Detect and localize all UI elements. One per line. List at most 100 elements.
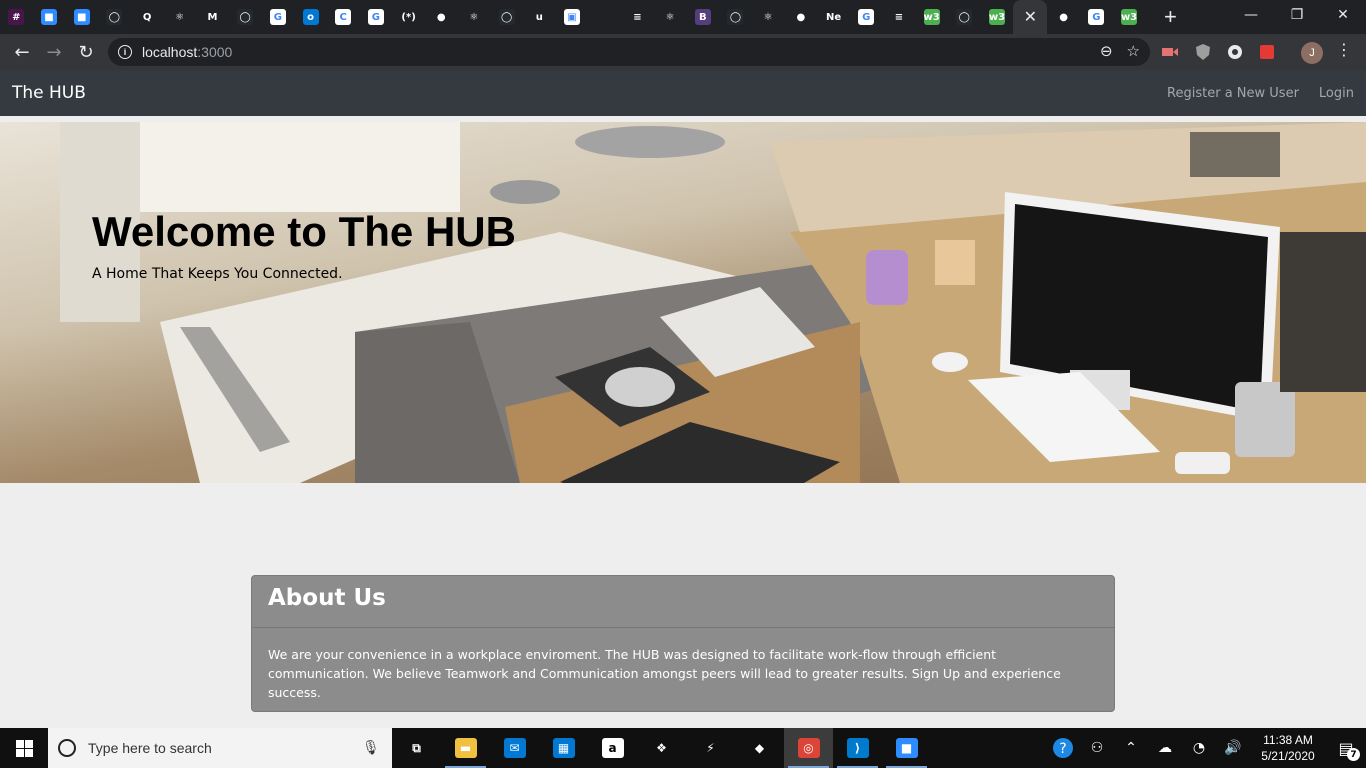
zoom-icon[interactable]: ⊖ [1100, 42, 1113, 60]
taskbar-app-file-explorer[interactable]: ▬ [441, 728, 490, 768]
new-tab-button[interactable]: + [1153, 0, 1187, 34]
extension-circle-icon[interactable] [1225, 42, 1245, 62]
browser-tabstrip: # ■ ■ ◯ Q ⚛ M ◯ Go C G (*) ● ⚛ ◯ u ▣ ≡ ⚛ B ◯ ⚛ ● Ne G ≡ w3 ◯ w3 ✕ ● G… [0, 0, 1366, 34]
clock-time: 11:38 AM [1263, 733, 1313, 747]
url-host: localhost [142, 44, 198, 60]
tab-0[interactable]: # [0, 0, 33, 34]
outlook-icon: o [302, 9, 319, 25]
minimize-button[interactable]: — [1228, 0, 1274, 30]
tab-20[interactable]: ⚛ [654, 0, 687, 34]
taskbar-search[interactable]: Type here to search 🎙 [48, 728, 392, 768]
back-button[interactable]: ← [6, 36, 38, 68]
tab-30[interactable]: w3 [981, 0, 1014, 34]
taskbar-app-task-view[interactable]: ⧉ [392, 728, 441, 768]
tab-28[interactable]: w3 [915, 0, 948, 34]
reload-button[interactable]: ↻ [70, 36, 102, 68]
tab-7[interactable]: ◯ [229, 0, 262, 34]
hero-subtitle: A Home That Keeps You Connected. [92, 266, 343, 282]
slack-icon: # [8, 9, 25, 25]
tab-16[interactable]: u [523, 0, 556, 34]
close-window-button[interactable]: ✕ [1320, 0, 1366, 30]
tab-17[interactable]: ▣ [556, 0, 589, 34]
taskbar-app-zoom[interactable]: ■ [882, 728, 931, 768]
tab-9[interactable]: o [294, 0, 327, 34]
taskbar-app-store[interactable]: ▦ [539, 728, 588, 768]
tab-after-1[interactable]: G [1080, 0, 1113, 34]
address-bar[interactable]: i localhost :3000 ⊖ ☆ [108, 38, 1150, 66]
taskbar-app-azure-data-studio[interactable]: ⚡ [686, 728, 735, 768]
tab-22[interactable]: ◯ [719, 0, 752, 34]
stackoverflow-icon: ≡ [629, 9, 646, 25]
bookmark-star-icon[interactable]: ☆ [1127, 42, 1140, 60]
tab-19[interactable]: ≡ [621, 0, 654, 34]
help-icon[interactable]: ? [1046, 728, 1080, 768]
taskbar-app-gitkraken[interactable]: ◆ [735, 728, 784, 768]
tab-10[interactable]: C [327, 0, 360, 34]
tab-24[interactable]: ● [785, 0, 818, 34]
brand-link[interactable]: The HUB [12, 83, 86, 103]
task-view-icon: ⧉ [405, 738, 428, 758]
tab-26[interactable]: G [850, 0, 883, 34]
profile-avatar[interactable]: J [1301, 42, 1323, 64]
globe-icon: ● [792, 9, 809, 25]
tab-1[interactable]: ■ [33, 0, 66, 34]
github-icon: ◯ [106, 9, 123, 25]
tab-15[interactable]: ◯ [490, 0, 523, 34]
restore-button[interactable]: ❐ [1274, 0, 1320, 30]
tab-2[interactable]: ■ [65, 0, 98, 34]
extension-red-icon[interactable] [1257, 42, 1277, 62]
dropbox-icon: ❖ [650, 738, 673, 758]
start-button[interactable] [0, 728, 48, 768]
tab-13[interactable]: ● [425, 0, 458, 34]
action-center-icon[interactable]: ▤ 7 [1326, 728, 1366, 768]
tab-11[interactable]: G [360, 0, 393, 34]
login-link[interactable]: Login [1319, 86, 1354, 101]
ublock-icon[interactable] [1193, 42, 1213, 62]
taskbar-app-mail[interactable]: ✉ [490, 728, 539, 768]
onedrive-error-icon[interactable]: ☁ [1148, 728, 1182, 768]
tab-23[interactable]: ⚛ [752, 0, 785, 34]
about-heading: About Us [268, 585, 386, 611]
taskbar-app-dropbox[interactable]: ❖ [637, 728, 686, 768]
volume-icon[interactable]: 🔊 [1216, 728, 1250, 768]
tab-6[interactable]: M [196, 0, 229, 34]
regex-icon: (*) [400, 9, 417, 25]
doc-icon: C [335, 9, 352, 25]
browser-menu-icon[interactable]: ⋮ [1336, 40, 1352, 59]
tab-14[interactable]: ⚛ [458, 0, 491, 34]
tab-25[interactable]: Ne [817, 0, 850, 34]
wifi-icon[interactable]: ◔ [1182, 728, 1216, 768]
zoom-icon: ■ [895, 738, 918, 758]
microphone-icon[interactable]: 🎙 [362, 740, 392, 756]
react-icon: ⚛ [465, 9, 482, 25]
system-tray: ? ⚇ ⌃ ☁ ◔ 🔊 11:38 AM 5/21/2020 ▤ 7 [1046, 728, 1366, 768]
clock[interactable]: 11:38 AM 5/21/2020 [1250, 732, 1326, 764]
tab-12[interactable]: (*) [392, 0, 425, 34]
show-hidden-icons-chevron-icon[interactable]: ⌃ [1114, 728, 1148, 768]
blank-icon [596, 9, 613, 25]
tab-active[interactable]: ✕ [1013, 0, 1048, 34]
tab-27[interactable]: ≡ [883, 0, 916, 34]
tab-8[interactable]: G [262, 0, 295, 34]
people-icon[interactable]: ⚇ [1080, 728, 1114, 768]
register-link[interactable]: Register a New User [1167, 86, 1299, 101]
forward-button[interactable]: → [38, 36, 70, 68]
tab-3[interactable]: ◯ [98, 0, 131, 34]
taskbar-app-chrome[interactable]: ◎ [784, 728, 833, 768]
tab-after-0[interactable]: ● [1047, 0, 1080, 34]
tab-18[interactable] [588, 0, 621, 34]
close-tab-icon[interactable]: ✕ [1024, 7, 1037, 27]
w3schools-icon: w3 [989, 9, 1005, 25]
tab-21[interactable]: B [686, 0, 719, 34]
udemy-icon: u [531, 9, 548, 25]
site-info-icon[interactable]: i [118, 45, 132, 59]
tab-5[interactable]: ⚛ [163, 0, 196, 34]
tab-29[interactable]: ◯ [948, 0, 981, 34]
globe-icon: ● [433, 9, 450, 25]
taskbar-app-vscode[interactable]: ⟩ [833, 728, 882, 768]
tab-4[interactable]: Q [131, 0, 164, 34]
extension-icon[interactable] [1160, 42, 1180, 62]
quora-icon: Q [139, 9, 156, 25]
tab-after-2[interactable]: w3 [1113, 0, 1146, 34]
taskbar-app-amazon[interactable]: a [588, 728, 637, 768]
